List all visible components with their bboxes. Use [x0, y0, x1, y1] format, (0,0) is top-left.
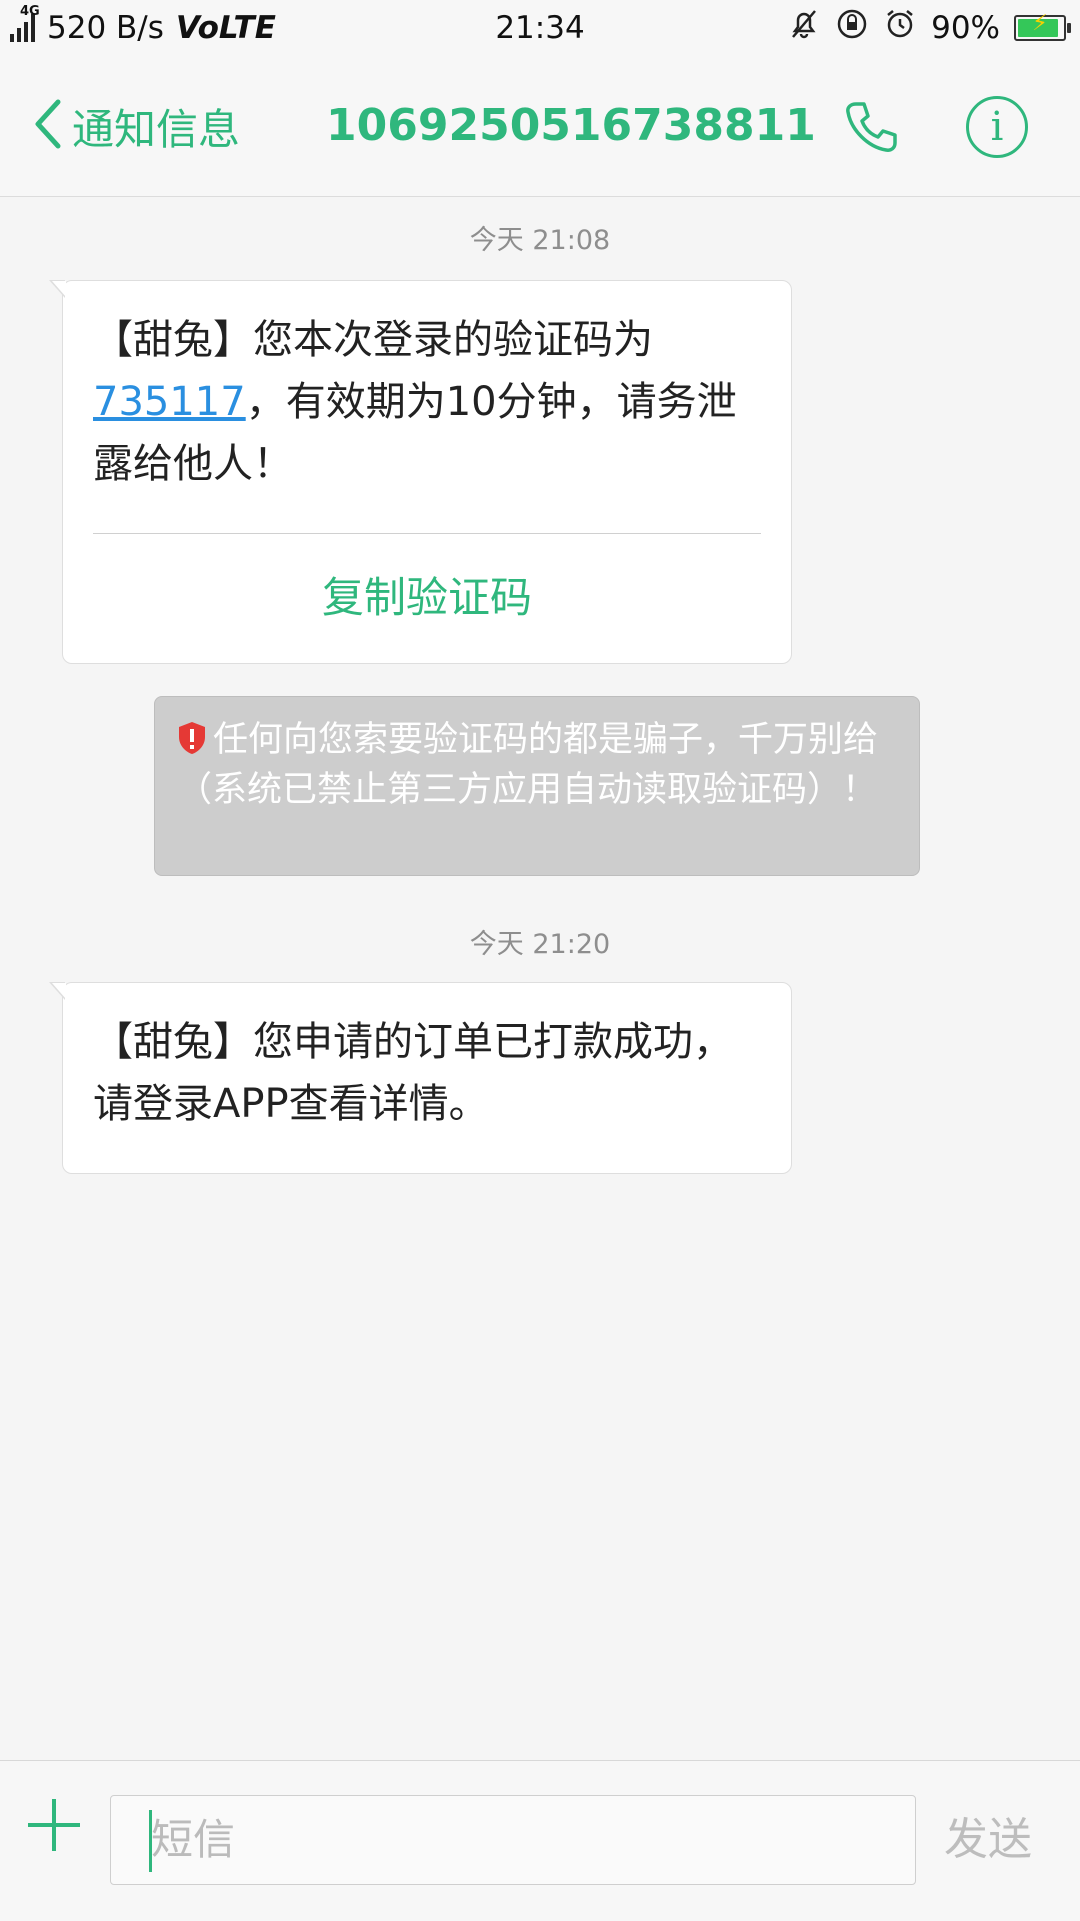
message-bubble[interactable]: 【甜兔】您申请的订单已打款成功，请登录APP查看详情。: [49, 982, 792, 1174]
send-button[interactable]: 发送: [944, 1805, 1032, 1875]
sms-placeholder: 短信: [151, 1815, 236, 1864]
text-caret: [149, 1810, 152, 1872]
call-button[interactable]: [842, 98, 900, 156]
phone-icon: [842, 102, 900, 160]
copy-code-button[interactable]: 复制验证码: [63, 534, 791, 662]
message-text: 【甜兔】您本次登录的验证码为735117，有效期为10分钟，请务泄露给他人！: [63, 281, 791, 495]
chevron-left-icon: [32, 98, 62, 154]
shield-warning-icon: [177, 721, 207, 767]
add-attachment-button[interactable]: [26, 1797, 82, 1853]
battery-icon: ⚡: [1014, 11, 1071, 41]
sms-input[interactable]: 短信: [110, 1795, 916, 1885]
message-text: 【甜兔】您申请的订单已打款成功，请登录APP查看详情。: [93, 1019, 733, 1127]
sender-number: 1069250516738811: [326, 100, 816, 151]
charging-bolt-icon: ⚡: [1032, 11, 1048, 36]
info-icon: i: [990, 104, 1004, 150]
status-bar: 4G 520 B/s VoLTE 21:34 90% ⚡: [0, 0, 1080, 56]
security-warning: 任何向您索要验证码的都是骗子，千万别给（系统已禁止第三方应用自动读取验证码）！: [154, 696, 920, 876]
message-text-part: 【甜兔】您本次登录的验证码为: [93, 317, 653, 363]
compose-bar: 短信 发送: [0, 1760, 1080, 1921]
rotation-lock-icon: [835, 7, 869, 49]
warning-text: 任何向您索要验证码的都是骗子，千万别给（系统已禁止第三方应用自动读取验证码）！: [177, 720, 879, 810]
message-timestamp: 今天 21:08: [469, 225, 611, 256]
battery-percent: 90%: [931, 10, 1000, 46]
mute-bell-icon: [787, 7, 821, 49]
verification-code-link[interactable]: 735117: [93, 379, 246, 425]
alarm-icon: [883, 7, 917, 49]
info-button[interactable]: i: [966, 96, 1028, 158]
status-right: 90% ⚡: [787, 6, 1071, 50]
message-bubble[interactable]: 【甜兔】您本次登录的验证码为735117，有效期为10分钟，请务泄露给他人！ 复…: [49, 280, 792, 664]
back-button[interactable]: 通知信息: [32, 96, 240, 156]
message-timestamp: 今天 21:20: [469, 929, 611, 960]
back-label: 通知信息: [72, 104, 241, 154]
conversation-header: 通知信息 1069250516738811 i: [0, 56, 1080, 197]
